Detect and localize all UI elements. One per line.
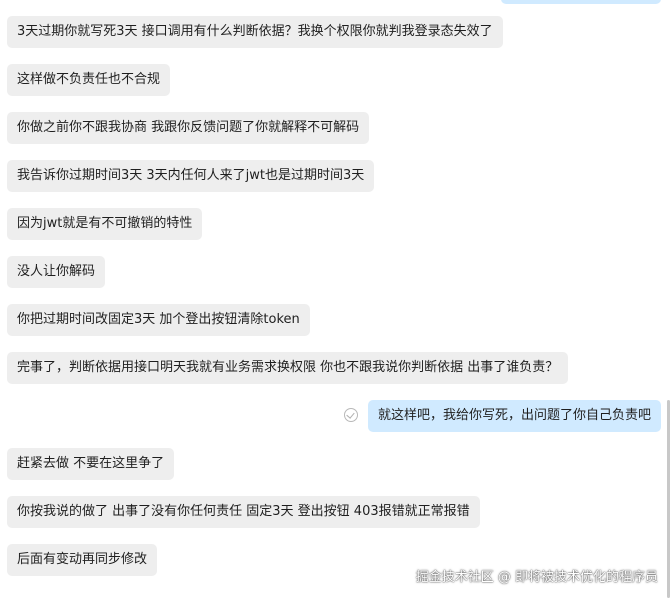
message-bubble: 后面有变动再同步修改 <box>7 544 158 576</box>
message-bubble-self: 就这样吧，我给你写死，出问题了你自己负责吧 <box>367 400 661 432</box>
message-text: 因为jwt就是有不可撤销的特性 <box>17 216 193 231</box>
message-bubble: 3天过期你就写死3天 接口调用有什么判断依据？我换个权限你就判我登录态失效了 <box>7 16 503 48</box>
message-text: 后面有变动再同步修改 <box>17 552 148 567</box>
chat-scrollbar[interactable] <box>667 400 670 598</box>
read-check-icon <box>344 408 358 422</box>
message-bubble: 赶紧去做 不要在这里争了 <box>7 448 175 480</box>
message-bubble: 因为jwt就是有不可撤销的特性 <box>7 208 203 240</box>
message-text: 你做之前你不跟我协商 我跟你反馈问题了你就解释不可解码 <box>17 120 360 135</box>
message-text: 没人让你解码 <box>17 264 96 279</box>
message-bubble: 我告诉你过期时间3天 3天内任何人来了jwt也是过期时间3天 <box>7 160 375 192</box>
message-text: 你按我说的做了 出事了没有你任何责任 固定3天 登出按钮 403报错就正常报错 <box>17 504 470 519</box>
message-bubble: 你做之前你不跟我协商 我跟你反馈问题了你就解释不可解码 <box>7 112 370 144</box>
message-text: 3天过期你就写死3天 接口调用有什么判断依据？我换个权限你就判我登录态失效了 <box>17 24 493 39</box>
message-text: 这样做不负责任也不合规 <box>17 72 161 87</box>
message-bubble: 你把过期时间改固定3天 加个登出按钮清除token <box>7 304 310 336</box>
chat-message-list: 3天过期你就写死3天 接口调用有什么判断依据？我换个权限你就判我登录态失效了 这… <box>0 0 672 598</box>
watermark: 掘金技术社区 @ 即将被技术优化的程序员 <box>415 570 658 585</box>
message-text: 赶紧去做 不要在这里争了 <box>17 456 165 471</box>
message-bubble: 没人让你解码 <box>7 256 106 288</box>
message-text: 你把过期时间改固定3天 加个登出按钮清除token <box>17 312 300 327</box>
previous-message-bubble-fragment <box>501 0 661 4</box>
message-bubble: 完事了，判断依据用接口明天我就有业务需求换权限 你也不跟我说你判断依据 出事了谁… <box>7 352 569 384</box>
message-text: 就这样吧，我给你写死，出问题了你自己负责吧 <box>377 408 651 423</box>
message-text: 完事了，判断依据用接口明天我就有业务需求换权限 你也不跟我说你判断依据 出事了谁… <box>17 360 559 375</box>
message-bubble: 这样做不负责任也不合规 <box>7 64 171 96</box>
message-bubble: 你按我说的做了 出事了没有你任何责任 固定3天 登出按钮 403报错就正常报错 <box>7 496 480 528</box>
message-text: 我告诉你过期时间3天 3天内任何人来了jwt也是过期时间3天 <box>17 168 365 183</box>
